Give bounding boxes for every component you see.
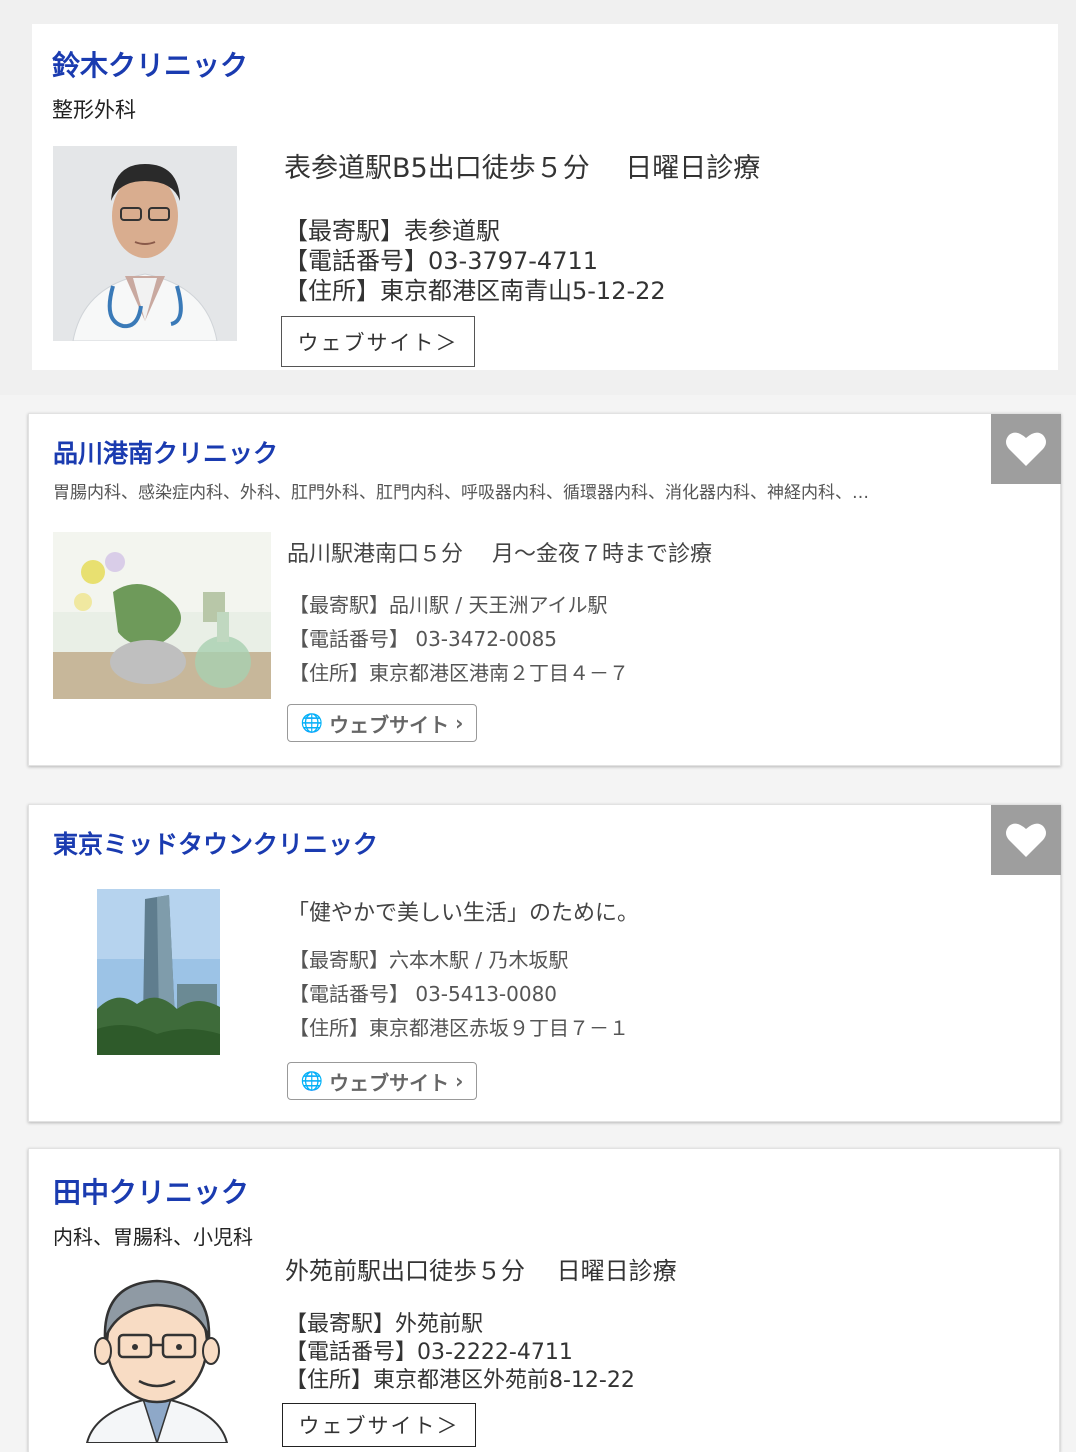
phone-text: 【電話番号】 03-3472-0085 xyxy=(289,627,558,651)
station-text: 【最寄駅】品川駅 / 天王洲アイル駅 xyxy=(289,593,608,617)
clinic-specialty: 胃腸内科、感染症内科、外科、肛門外科、肛門内科、呼吸器内科、循環器内科、消化器内… xyxy=(53,483,869,503)
station-text: 【最寄駅】外苑前駅 xyxy=(285,1312,484,1337)
clinic-tagline: 外苑前駅出口徒歩５分 日曜日診療 xyxy=(285,1257,677,1285)
favorite-button[interactable] xyxy=(991,414,1061,484)
address-text: 【住所】東京都港区港南２丁目４－７ xyxy=(289,661,629,685)
clinic-tagline: 表参道駅B5出口徒歩５分 日曜日診療 xyxy=(284,153,761,184)
phone-text: 【電話番号】03-3797-4711 xyxy=(284,247,599,275)
address-text: 【住所】東京都港区外苑前8-12-22 xyxy=(285,1368,635,1393)
phone-text: 【電話番号】 03-5413-0080 xyxy=(289,982,558,1006)
website-button[interactable]: ウェブサイト＞ xyxy=(281,316,475,367)
clinic-card: 田中クリニック 内科、胃腸科、小児科 外苑前駅出口徒歩５分 日曜日診療 【最寄駅… xyxy=(28,1148,1060,1452)
heart-icon xyxy=(1006,432,1046,466)
clinic-info: 【最寄駅】表参道駅 【電話番号】03-3797-4711 【住所】東京都港区南青… xyxy=(284,216,666,306)
website-button-label: ウェブサイト xyxy=(329,712,450,737)
globe-icon: 🌐 xyxy=(300,712,324,734)
clinic-info: 【最寄駅】品川駅 / 天王洲アイル駅 【電話番号】 03-3472-0085 【… xyxy=(289,588,629,690)
address-text: 【住所】東京都港区赤坂９丁目７－１ xyxy=(289,1016,629,1040)
clinic-tagline: 品川駅港南口５分 月～金夜７時まで診療 xyxy=(287,542,712,567)
clinic-tagline: 「健やかで美しい生活」のために。 xyxy=(287,901,640,926)
clinic-name[interactable]: 田中クリニック xyxy=(53,1171,249,1211)
address-text: 【住所】東京都港区南青山5-12-22 xyxy=(284,277,666,305)
clinic-info: 【最寄駅】外苑前駅 【電話番号】03-2222-4711 【住所】東京都港区外苑… xyxy=(285,1311,635,1395)
chevron-right-icon: › xyxy=(455,1069,464,1093)
clinic-name[interactable]: 東京ミッドタウンクリニック xyxy=(53,825,378,861)
station-text: 【最寄駅】六本木駅 / 乃木坂駅 xyxy=(289,948,569,972)
clinic-specialty: 整形外科 xyxy=(52,98,136,122)
website-button[interactable]: 🌐 ウェブサイト › xyxy=(287,704,477,742)
clinic-card: 品川港南クリニック 胃腸内科、感染症内科、外科、肛門外科、肛門内科、呼吸器内科、… xyxy=(28,413,1061,766)
favorite-button[interactable] xyxy=(991,805,1061,875)
clinic-info: 【最寄駅】六本木駅 / 乃木坂駅 【電話番号】 03-5413-0080 【住所… xyxy=(289,943,629,1045)
building-photo xyxy=(97,889,220,1055)
flowers-photo xyxy=(53,532,271,699)
clinic-name[interactable]: 品川港南クリニック xyxy=(53,434,278,470)
heart-icon xyxy=(1006,823,1046,857)
doctor-illustration xyxy=(77,1269,237,1443)
clinic-name[interactable]: 鈴木クリニック xyxy=(52,44,248,84)
globe-icon: 🌐 xyxy=(300,1070,324,1092)
station-text: 【最寄駅】表参道駅 xyxy=(284,217,500,245)
clinic-specialty: 内科、胃腸科、小児科 xyxy=(53,1225,253,1249)
phone-text: 【電話番号】03-2222-4711 xyxy=(285,1340,573,1365)
website-button[interactable]: ウェブサイト＞ xyxy=(282,1403,476,1447)
website-button[interactable]: 🌐 ウェブサイト › xyxy=(287,1062,477,1100)
clinic-card: 鈴木クリニック 整形外科 表参道駅B5出口徒歩５分 日曜日診療 【最寄駅】表参道… xyxy=(32,24,1058,370)
website-button-label: ウェブサイト xyxy=(329,1070,450,1095)
clinic-card: 東京ミッドタウンクリニック 「健やかで美しい生活」のために。 【最寄駅】六本木駅… xyxy=(28,804,1061,1122)
chevron-right-icon: › xyxy=(455,711,464,735)
doctor-photo xyxy=(53,146,237,341)
